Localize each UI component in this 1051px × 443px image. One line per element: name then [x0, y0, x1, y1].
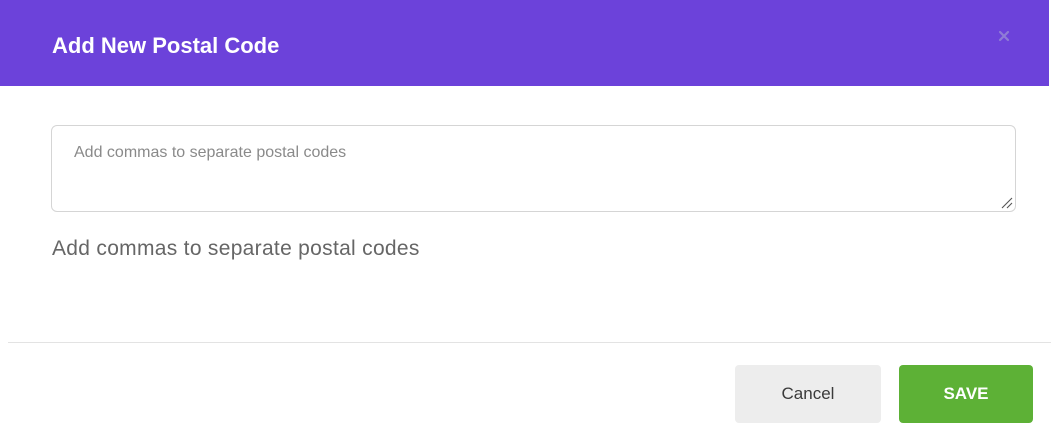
help-text: Add commas to separate postal codes: [52, 237, 420, 260]
modal-footer: Cancel SAVE: [0, 343, 1051, 443]
postal-codes-field: [51, 125, 1016, 212]
resize-handle-icon[interactable]: [999, 195, 1013, 209]
postal-codes-input[interactable]: [51, 125, 1016, 212]
add-postal-code-modal: Add New Postal Code Add commas to separa…: [0, 0, 1051, 443]
modal-title: Add New Postal Code: [52, 33, 280, 58]
modal-body: Add commas to separate postal codes: [0, 86, 1051, 343]
cancel-button[interactable]: Cancel: [735, 365, 881, 423]
close-icon: [994, 30, 1014, 49]
close-button[interactable]: [994, 26, 1014, 46]
save-button[interactable]: SAVE: [899, 365, 1033, 423]
modal-header: Add New Postal Code: [0, 0, 1049, 86]
